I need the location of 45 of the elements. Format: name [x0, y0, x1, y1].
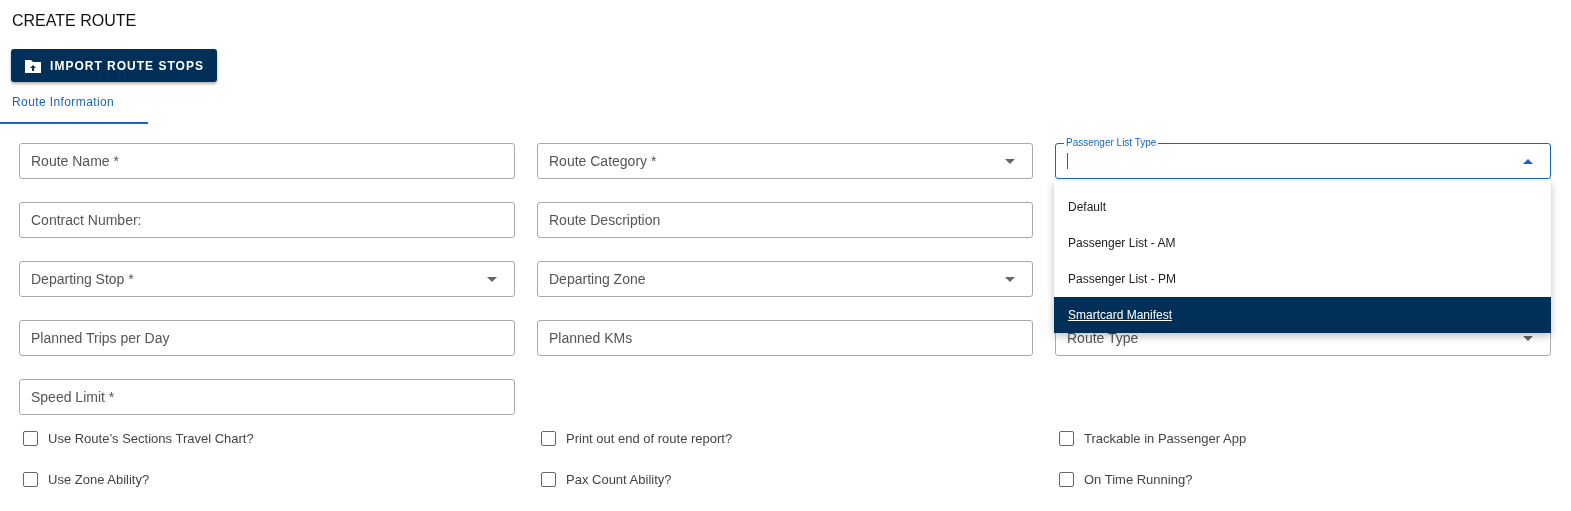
checkbox-label: Trackable in Passenger App: [1084, 431, 1247, 446]
checkbox[interactable]: [541, 472, 556, 487]
caret-icon: [1523, 336, 1533, 341]
field-label: Passenger List Type: [1064, 137, 1159, 149]
dropdown-field[interactable]: Departing Zone: [537, 261, 1033, 297]
checkbox-label: Use Zone Ability?: [48, 472, 150, 487]
import-route-stops-button[interactable]: IMPORT ROUTE STOPS: [11, 49, 217, 82]
page-title: CREATE ROUTE: [12, 11, 138, 31]
input-field[interactable]: Contract Number:: [19, 202, 515, 238]
caret-icon: [1005, 159, 1015, 164]
field-label: Departing Zone: [549, 271, 646, 287]
field-label: Route Category *: [549, 153, 657, 169]
field-label: Route Name *: [31, 153, 119, 169]
field-label: Planned Trips per Day: [31, 330, 170, 346]
checkbox-label: Use Route’s Sections Travel Chart?: [48, 431, 254, 446]
checkbox[interactable]: [23, 472, 38, 487]
folder-upload-icon: [24, 57, 43, 74]
field-label: Planned KMs: [549, 330, 633, 346]
caret-icon: [1005, 277, 1015, 282]
checkbox[interactable]: [1059, 472, 1074, 487]
input-field[interactable]: Route Name *: [19, 143, 515, 179]
input-field[interactable]: Planned Trips per Day: [19, 320, 515, 356]
field-label: Route Type: [1067, 330, 1139, 346]
checkbox-label: On Time Running?: [1084, 472, 1193, 487]
dropdown-option[interactable]: Default: [1054, 189, 1551, 225]
field-label: Route Description: [549, 212, 661, 228]
caret-icon: [1523, 159, 1533, 164]
checkbox[interactable]: [1059, 431, 1074, 446]
dropdown-option[interactable]: Passenger List - AM: [1054, 225, 1551, 261]
input-field[interactable]: Speed Limit *: [19, 379, 515, 415]
caret-icon: [487, 277, 497, 282]
field-label: Contract Number:: [31, 212, 142, 228]
dropdown-field[interactable]: Route Category *: [537, 143, 1033, 179]
checkbox-label: Pax Count Ability?: [566, 472, 672, 487]
checkbox[interactable]: [23, 431, 38, 446]
input-field[interactable]: Route Description: [537, 202, 1033, 238]
checkbox[interactable]: [541, 431, 556, 446]
field-label: Departing Stop *: [31, 271, 134, 287]
tab[interactable]: Route Information: [0, 82, 148, 124]
dropdown-field[interactable]: Departing Stop *: [19, 261, 515, 297]
input-field[interactable]: Planned KMs: [537, 320, 1033, 356]
field-label: Speed Limit *: [31, 389, 115, 405]
dropdown-option[interactable]: Passenger List - PM: [1054, 261, 1551, 297]
dropdown-option[interactable]: Smartcard Manifest: [1054, 297, 1551, 333]
checkbox-label: Print out end of route report?: [566, 431, 733, 446]
